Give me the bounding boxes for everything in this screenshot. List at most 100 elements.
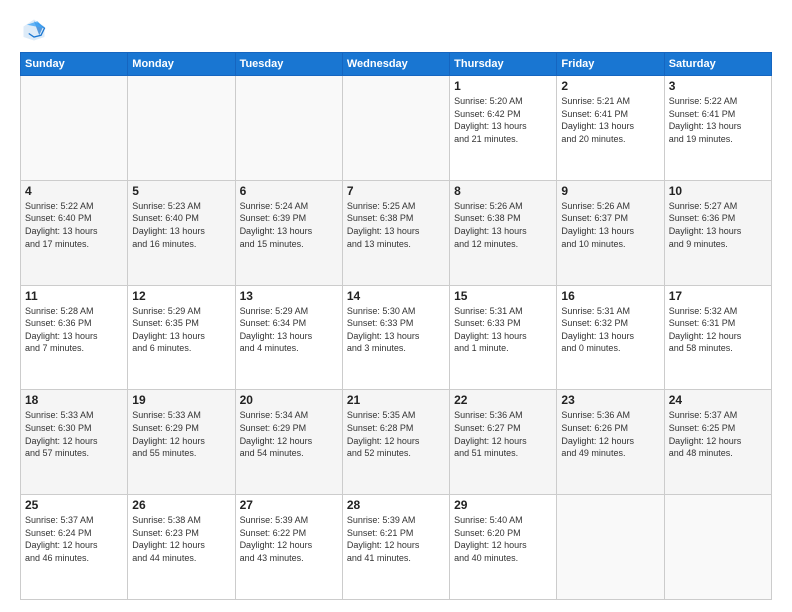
day-info: Sunrise: 5:36 AM Sunset: 6:27 PM Dayligh…	[454, 409, 552, 459]
day-info: Sunrise: 5:23 AM Sunset: 6:40 PM Dayligh…	[132, 200, 230, 250]
day-number: 14	[347, 289, 445, 303]
calendar-week-row: 1Sunrise: 5:20 AM Sunset: 6:42 PM Daylig…	[21, 76, 772, 181]
calendar-cell: 4Sunrise: 5:22 AM Sunset: 6:40 PM Daylig…	[21, 180, 128, 285]
col-tuesday: Tuesday	[235, 53, 342, 76]
calendar-cell: 23 Sunrise: 5:36 AM Sunset: 6:26 PM Dayli…	[557, 390, 664, 495]
col-saturday: Saturday	[664, 53, 771, 76]
day-info: Sunrise: 5:29 AM Sunset: 6:35 PM Dayligh…	[132, 305, 230, 355]
calendar: Sunday Monday Tuesday Wednesday Thursday…	[20, 52, 772, 600]
day-info: Sunrise: 5:31 AM Sunset: 6:33 PM Dayligh…	[454, 305, 552, 355]
calendar-week-row: 4Sunrise: 5:22 AM Sunset: 6:40 PM Daylig…	[21, 180, 772, 285]
calendar-cell: 25Sunrise: 5:37 AM Sunset: 6:24 PM Dayli…	[21, 495, 128, 600]
calendar-week-row: 11Sunrise: 5:28 AM Sunset: 6:36 PM Dayli…	[21, 285, 772, 390]
day-info: Sunrise: 5:33 AM Sunset: 6:29 PM Dayligh…	[132, 409, 230, 459]
day-info: Sunrise: 5:25 AM Sunset: 6:38 PM Dayligh…	[347, 200, 445, 250]
calendar-cell: 19 Sunrise: 5:33 AM Sunset: 6:29 PM Dayli…	[128, 390, 235, 495]
calendar-cell: 16 Sunrise: 5:31 AM Sunset: 6:32 PM Dayli…	[557, 285, 664, 390]
calendar-cell: 1Sunrise: 5:20 AM Sunset: 6:42 PM Daylig…	[450, 76, 557, 181]
calendar-cell: 3 Sunrise: 5:22 AM Sunset: 6:41 PM Daylig…	[664, 76, 771, 181]
day-number: 22	[454, 393, 552, 407]
calendar-cell: 6 Sunrise: 5:24 AM Sunset: 6:39 PM Daylig…	[235, 180, 342, 285]
day-info: Sunrise: 5:22 AM Sunset: 6:40 PM Dayligh…	[25, 200, 123, 250]
calendar-cell: 18 Sunrise: 5:33 AM Sunset: 6:30 PM Dayli…	[21, 390, 128, 495]
header	[20, 16, 772, 44]
col-wednesday: Wednesday	[342, 53, 449, 76]
calendar-cell: 15Sunrise: 5:31 AM Sunset: 6:33 PM Dayli…	[450, 285, 557, 390]
calendar-cell	[128, 76, 235, 181]
day-number: 2	[561, 79, 659, 93]
day-info: Sunrise: 5:37 AM Sunset: 6:25 PM Dayligh…	[669, 409, 767, 459]
day-info: Sunrise: 5:21 AM Sunset: 6:41 PM Dayligh…	[561, 95, 659, 145]
calendar-cell: 12 Sunrise: 5:29 AM Sunset: 6:35 PM Dayli…	[128, 285, 235, 390]
day-info: Sunrise: 5:34 AM Sunset: 6:29 PM Dayligh…	[240, 409, 338, 459]
day-number: 7	[347, 184, 445, 198]
col-sunday: Sunday	[21, 53, 128, 76]
day-number: 24	[669, 393, 767, 407]
day-info: Sunrise: 5:39 AM Sunset: 6:22 PM Dayligh…	[240, 514, 338, 564]
calendar-cell: 11Sunrise: 5:28 AM Sunset: 6:36 PM Dayli…	[21, 285, 128, 390]
col-thursday: Thursday	[450, 53, 557, 76]
calendar-cell	[664, 495, 771, 600]
day-number: 23	[561, 393, 659, 407]
day-number: 19	[132, 393, 230, 407]
day-info: Sunrise: 5:39 AM Sunset: 6:21 PM Dayligh…	[347, 514, 445, 564]
calendar-cell: 2 Sunrise: 5:21 AM Sunset: 6:41 PM Daylig…	[557, 76, 664, 181]
calendar-cell: 8 Sunrise: 5:26 AM Sunset: 6:38 PM Daylig…	[450, 180, 557, 285]
calendar-cell: 22 Sunrise: 5:36 AM Sunset: 6:27 PM Dayli…	[450, 390, 557, 495]
day-number: 21	[347, 393, 445, 407]
calendar-cell: 24 Sunrise: 5:37 AM Sunset: 6:25 PM Dayli…	[664, 390, 771, 495]
day-number: 11	[25, 289, 123, 303]
day-number: 10	[669, 184, 767, 198]
day-number: 29	[454, 498, 552, 512]
day-number: 26	[132, 498, 230, 512]
day-number: 3	[669, 79, 767, 93]
day-number: 20	[240, 393, 338, 407]
calendar-cell: 20 Sunrise: 5:34 AM Sunset: 6:29 PM Dayli…	[235, 390, 342, 495]
day-number: 6	[240, 184, 338, 198]
day-info: Sunrise: 5:40 AM Sunset: 6:20 PM Dayligh…	[454, 514, 552, 564]
calendar-cell	[235, 76, 342, 181]
day-info: Sunrise: 5:26 AM Sunset: 6:38 PM Dayligh…	[454, 200, 552, 250]
day-info: Sunrise: 5:36 AM Sunset: 6:26 PM Dayligh…	[561, 409, 659, 459]
day-info: Sunrise: 5:35 AM Sunset: 6:28 PM Dayligh…	[347, 409, 445, 459]
calendar-week-row: 25Sunrise: 5:37 AM Sunset: 6:24 PM Dayli…	[21, 495, 772, 600]
day-number: 28	[347, 498, 445, 512]
calendar-cell: 10 Sunrise: 5:27 AM Sunset: 6:36 PM Dayli…	[664, 180, 771, 285]
day-info: Sunrise: 5:38 AM Sunset: 6:23 PM Dayligh…	[132, 514, 230, 564]
day-info: Sunrise: 5:24 AM Sunset: 6:39 PM Dayligh…	[240, 200, 338, 250]
day-info: Sunrise: 5:27 AM Sunset: 6:36 PM Dayligh…	[669, 200, 767, 250]
calendar-cell: 9 Sunrise: 5:26 AM Sunset: 6:37 PM Daylig…	[557, 180, 664, 285]
day-number: 13	[240, 289, 338, 303]
calendar-cell: 28 Sunrise: 5:39 AM Sunset: 6:21 PM Dayli…	[342, 495, 449, 600]
day-info: Sunrise: 5:26 AM Sunset: 6:37 PM Dayligh…	[561, 200, 659, 250]
day-number: 18	[25, 393, 123, 407]
day-number: 5	[132, 184, 230, 198]
calendar-cell: 5 Sunrise: 5:23 AM Sunset: 6:40 PM Daylig…	[128, 180, 235, 285]
day-number: 12	[132, 289, 230, 303]
day-info: Sunrise: 5:33 AM Sunset: 6:30 PM Dayligh…	[25, 409, 123, 459]
day-number: 16	[561, 289, 659, 303]
day-info: Sunrise: 5:22 AM Sunset: 6:41 PM Dayligh…	[669, 95, 767, 145]
calendar-header-row: Sunday Monday Tuesday Wednesday Thursday…	[21, 53, 772, 76]
day-info: Sunrise: 5:29 AM Sunset: 6:34 PM Dayligh…	[240, 305, 338, 355]
logo	[20, 16, 52, 44]
calendar-cell: 21 Sunrise: 5:35 AM Sunset: 6:28 PM Dayli…	[342, 390, 449, 495]
day-number: 9	[561, 184, 659, 198]
col-monday: Monday	[128, 53, 235, 76]
calendar-cell	[21, 76, 128, 181]
calendar-cell	[557, 495, 664, 600]
calendar-cell: 17Sunrise: 5:32 AM Sunset: 6:31 PM Dayli…	[664, 285, 771, 390]
logo-icon	[20, 16, 48, 44]
calendar-cell: 26 Sunrise: 5:38 AM Sunset: 6:23 PM Dayli…	[128, 495, 235, 600]
page: Sunday Monday Tuesday Wednesday Thursday…	[0, 0, 792, 612]
calendar-cell: 14Sunrise: 5:30 AM Sunset: 6:33 PM Dayli…	[342, 285, 449, 390]
day-info: Sunrise: 5:31 AM Sunset: 6:32 PM Dayligh…	[561, 305, 659, 355]
calendar-week-row: 18 Sunrise: 5:33 AM Sunset: 6:30 PM Dayli…	[21, 390, 772, 495]
calendar-cell: 29 Sunrise: 5:40 AM Sunset: 6:20 PM Dayli…	[450, 495, 557, 600]
day-number: 25	[25, 498, 123, 512]
day-number: 8	[454, 184, 552, 198]
calendar-cell: 13 Sunrise: 5:29 AM Sunset: 6:34 PM Dayli…	[235, 285, 342, 390]
day-info: Sunrise: 5:20 AM Sunset: 6:42 PM Dayligh…	[454, 95, 552, 145]
calendar-cell	[342, 76, 449, 181]
col-friday: Friday	[557, 53, 664, 76]
